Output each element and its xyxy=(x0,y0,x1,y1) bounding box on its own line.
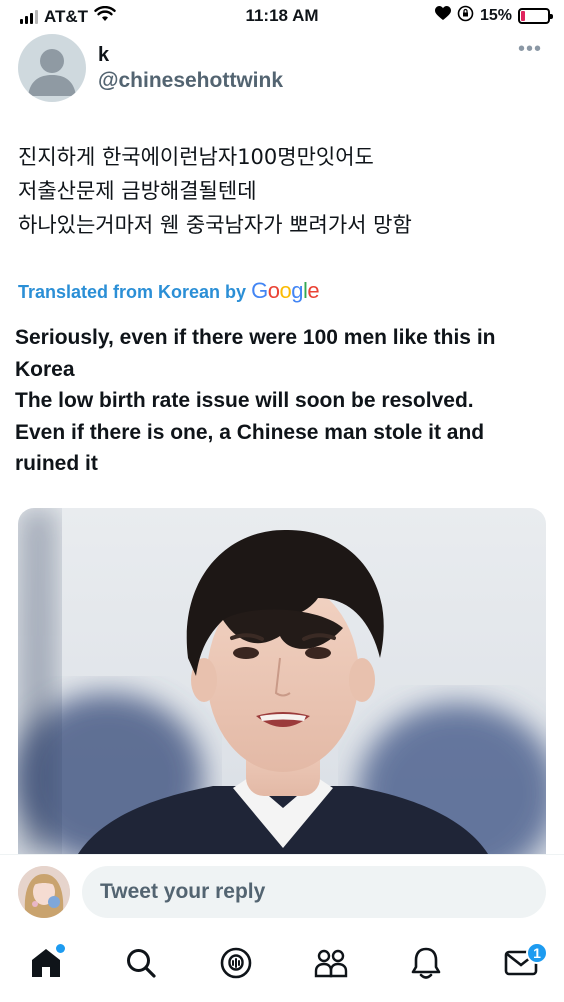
more-icon: ••• xyxy=(517,38,542,60)
translated-text: Seriously, even if there were 100 men li… xyxy=(15,322,555,480)
tweet-text-line: 하나있는거마저 웬 중국남자가 뽀려가서 망함 xyxy=(18,213,412,237)
translated-line: ruined it xyxy=(15,452,98,475)
divider xyxy=(0,854,564,855)
reply-placeholder: Tweet your reply xyxy=(100,880,266,903)
nav-communities[interactable] xyxy=(306,940,356,990)
more-options-button[interactable]: ••• xyxy=(518,38,542,61)
translated-prefix: Translated from Korean by xyxy=(18,282,247,302)
translated-line: Korea xyxy=(15,357,75,381)
spaces-icon xyxy=(219,946,253,985)
tweet-text-line: 저출산문제 금방해결될텐데 xyxy=(18,179,257,203)
reply-avatar[interactable] xyxy=(18,866,70,918)
battery-icon xyxy=(518,8,553,24)
author-handle[interactable]: @chinesehottwink xyxy=(98,69,283,93)
translated-line: Even if there is one, a Chinese man stol… xyxy=(15,420,485,444)
bottom-nav: 1 xyxy=(0,930,564,1002)
notifications-icon xyxy=(410,946,442,985)
google-logo: Google xyxy=(251,278,320,303)
status-right: 15% xyxy=(434,5,553,27)
search-icon xyxy=(125,947,157,984)
messages-badge: 1 xyxy=(526,942,548,964)
new-content-dot xyxy=(56,944,65,953)
tweet-photo[interactable] xyxy=(18,508,546,854)
nav-messages[interactable]: 1 xyxy=(496,940,548,990)
nav-search[interactable] xyxy=(116,940,166,990)
translated-by-link[interactable]: Translated from Korean by Google xyxy=(18,278,320,304)
translated-line: Seriously, even if there were 100 men li… xyxy=(15,326,496,349)
orientation-lock-icon xyxy=(457,5,474,27)
author-name[interactable]: k xyxy=(98,44,109,67)
nav-spaces[interactable] xyxy=(211,940,261,990)
nav-home[interactable] xyxy=(21,940,71,990)
author-avatar[interactable] xyxy=(18,34,86,102)
battery-percent: 15% xyxy=(479,7,512,24)
nav-notifications[interactable] xyxy=(401,940,451,990)
translated-line: The low birth rate issue will soon be re… xyxy=(15,389,474,412)
tweet-text-line: 진지하게 한국에이런남자100명만잇어도 xyxy=(18,145,374,169)
reply-input[interactable]: Tweet your reply xyxy=(82,866,546,918)
tweet-text: 진지하게 한국에이런남자100명만잇어도 저출산문제 금방해결될텐데 하나있는거… xyxy=(18,140,548,242)
communities-icon xyxy=(313,946,349,985)
heart-icon xyxy=(434,6,451,26)
photo-illustration xyxy=(18,508,546,854)
status-bar: AT&T 11:18 AM 15% xyxy=(0,0,564,32)
